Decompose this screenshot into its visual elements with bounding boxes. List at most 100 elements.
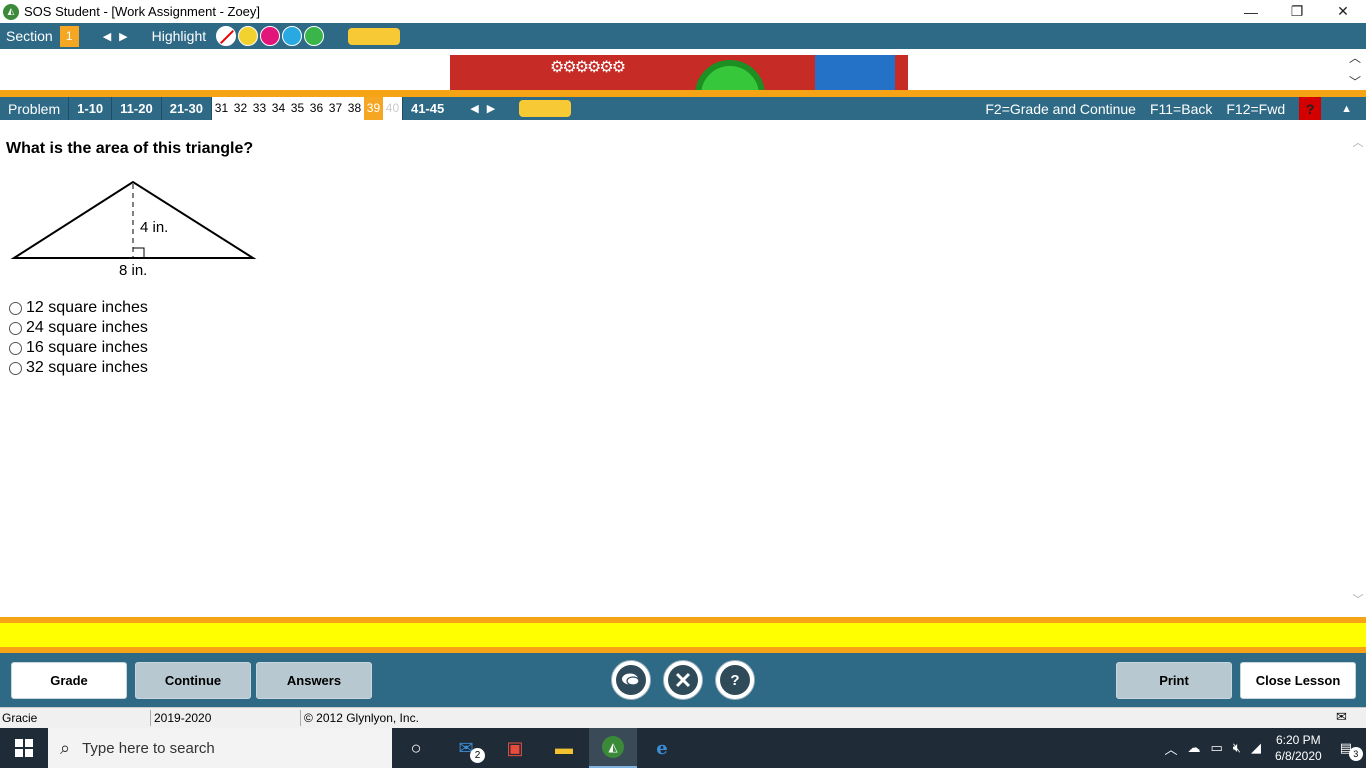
volume-icon[interactable]: 🔇︎ xyxy=(1233,740,1241,756)
highlight-color-picker xyxy=(216,26,326,46)
highlight-color-swatch[interactable] xyxy=(238,26,259,46)
status-bar: Gracie 2019-2020 © 2012 Glynlyon, Inc. ✉ xyxy=(0,707,1366,728)
tools-button[interactable] xyxy=(663,660,703,700)
triangle-figure: 4 in. 8 in. xyxy=(10,180,257,279)
problem-range-11-20[interactable]: 11-20 xyxy=(112,97,162,120)
content-scrollbar[interactable]: ︿ ﹀ xyxy=(1350,120,1366,617)
section-prev-button[interactable]: ◀ xyxy=(103,30,111,43)
onedrive-icon[interactable]: ☁ xyxy=(1187,740,1200,756)
message-icon[interactable]: ✉ xyxy=(1336,709,1347,725)
window-titlebar: ◭ SOS Student - [Work Assignment - Zoey]… xyxy=(0,0,1366,23)
chat-icon xyxy=(616,665,646,695)
problem-number-40[interactable]: 40 xyxy=(383,97,402,120)
problem-number-37[interactable]: 37 xyxy=(326,97,345,120)
answer-choice[interactable]: 16 square inches xyxy=(9,338,148,358)
mail-icon[interactable]: ✉ 2 xyxy=(442,728,490,768)
status-copyright: © 2012 Glynlyon, Inc. xyxy=(304,711,419,725)
radio-button[interactable] xyxy=(9,321,22,335)
file-explorer-icon[interactable]: ▬ xyxy=(540,728,588,768)
close-button[interactable]: ✕ xyxy=(1320,0,1366,23)
scroll-up-icon[interactable]: ︿ xyxy=(1353,134,1364,150)
question-text: What is the area of this triangle? xyxy=(6,140,254,157)
app-logo-icon: ◭ xyxy=(3,3,19,20)
answer-choice[interactable]: 32 square inches xyxy=(9,358,148,378)
continue-button[interactable]: Continue xyxy=(135,662,251,699)
problem-number-list: 31 32 33 34 35 36 37 38 39 40 xyxy=(211,97,402,120)
system-tray: ︿ ☁ ▭ 🔇︎ ◢ 6:20 PM 6/8/2020 ▤ 3 xyxy=(1164,728,1366,768)
highlight-label: Highlight xyxy=(151,28,207,44)
start-button[interactable] xyxy=(0,728,48,768)
feedback-strip xyxy=(0,623,1366,647)
sos-app-icon[interactable]: ◭ xyxy=(589,728,637,768)
choice-label: 24 square inches xyxy=(26,319,148,336)
minimize-button[interactable]: — xyxy=(1228,0,1274,23)
answers-button[interactable]: Answers xyxy=(256,662,372,699)
search-icon: ⌕ xyxy=(60,737,71,758)
problem-number-32[interactable]: 32 xyxy=(231,97,250,120)
shortcut-back[interactable]: F11=Back xyxy=(1150,101,1212,117)
problem-number-35[interactable]: 35 xyxy=(288,97,307,120)
cortana-icon[interactable]: ○ xyxy=(392,728,440,768)
height-label: 4 in. xyxy=(140,219,168,236)
problem-range-21-30[interactable]: 21-30 xyxy=(162,97,212,120)
section-number[interactable]: 1 xyxy=(59,25,79,47)
scroll-down-icon[interactable]: ﹀ xyxy=(1353,591,1364,607)
collapse-icon[interactable]: ▲ xyxy=(1341,103,1352,115)
radio-button[interactable] xyxy=(9,341,22,355)
highlight-color-swatch[interactable] xyxy=(282,26,303,46)
highlight-eraser-icon[interactable] xyxy=(216,26,237,46)
chat-button[interactable] xyxy=(611,660,651,700)
help-icon: ? xyxy=(720,665,750,695)
highlight-color-swatch[interactable] xyxy=(304,26,325,46)
windows-taskbar: ⌕ Type here to search ○ ✉ 2 ▣ ▬ ◭ e ︿ ☁ … xyxy=(0,728,1366,768)
restore-button[interactable]: ❐ xyxy=(1274,0,1320,23)
section-next-button[interactable]: ▶ xyxy=(119,30,127,43)
shortcut-fwd[interactable]: F12=Fwd xyxy=(1226,101,1285,117)
clock-date: 6/8/2020 xyxy=(1274,749,1322,763)
problem-next-button[interactable]: ▶ xyxy=(487,102,495,115)
answer-choice[interactable]: 24 square inches xyxy=(9,318,148,338)
problem-number-34[interactable]: 34 xyxy=(269,97,288,120)
help-round-button[interactable]: ? xyxy=(715,660,755,700)
banner-scroll-up-icon[interactable]: ︿ xyxy=(1349,49,1361,66)
problem-number-31[interactable]: 31 xyxy=(212,97,231,120)
tools-icon xyxy=(668,665,698,695)
close-lesson-button[interactable]: Close Lesson xyxy=(1240,662,1356,699)
radio-button[interactable] xyxy=(9,301,22,315)
problem-highlighter-tool[interactable] xyxy=(519,100,572,117)
choice-label: 12 square inches xyxy=(26,299,148,316)
radio-button[interactable] xyxy=(9,361,22,375)
window-title: SOS Student - [Work Assignment - Zoey] xyxy=(24,4,261,19)
battery-icon[interactable]: ▭ xyxy=(1210,740,1222,756)
clock[interactable]: 6:20 PM 6/8/2020 xyxy=(1275,732,1322,764)
math-banner-image: ⚙⚙⚙⚙⚙⚙ xyxy=(450,55,908,90)
print-button[interactable]: Print xyxy=(1116,662,1232,699)
problem-range-1-10[interactable]: 1-10 xyxy=(69,97,113,120)
highlight-color-swatch[interactable] xyxy=(260,26,281,46)
shortcut-grade-continue[interactable]: F2=Grade and Continue xyxy=(985,101,1136,117)
status-year: 2019-2020 xyxy=(154,711,212,725)
highlighter-tool[interactable] xyxy=(348,27,401,45)
edge-browser-icon[interactable]: e xyxy=(638,728,686,768)
notification-badge: 3 xyxy=(1348,747,1363,761)
banner-scroll-down-icon[interactable]: ﹀ xyxy=(1349,73,1361,90)
grade-button[interactable]: Grade xyxy=(11,662,127,699)
wifi-icon[interactable]: ◢ xyxy=(1251,740,1261,756)
problem-number-38[interactable]: 38 xyxy=(345,97,364,120)
problem-number-39[interactable]: 39 xyxy=(363,97,383,120)
answer-choices: 12 square inches 24 square inches 16 squ… xyxy=(9,298,148,378)
problem-toolbar: Problem 1-10 11-20 21-30 31 32 33 34 35 36 37 3… xyxy=(0,97,1366,120)
clock-time: 6:20 PM xyxy=(1275,733,1321,747)
status-user: Gracie xyxy=(2,711,38,725)
help-button[interactable]: ? xyxy=(1299,97,1322,120)
problem-number-36[interactable]: 36 xyxy=(307,97,326,120)
answer-choice[interactable]: 12 square inches xyxy=(9,298,148,318)
tray-expand-icon[interactable]: ︿ xyxy=(1164,739,1177,758)
store-icon[interactable]: ▣ xyxy=(491,728,539,768)
taskbar-search-input[interactable]: ⌕ Type here to search xyxy=(48,728,392,768)
windows-icon xyxy=(15,739,33,757)
problem-range-41-45[interactable]: 41-45 xyxy=(401,97,452,120)
problem-prev-button[interactable]: ◀ xyxy=(470,102,478,115)
notifications-icon[interactable]: ▤ 3 xyxy=(1340,740,1363,761)
problem-number-33[interactable]: 33 xyxy=(250,97,269,120)
